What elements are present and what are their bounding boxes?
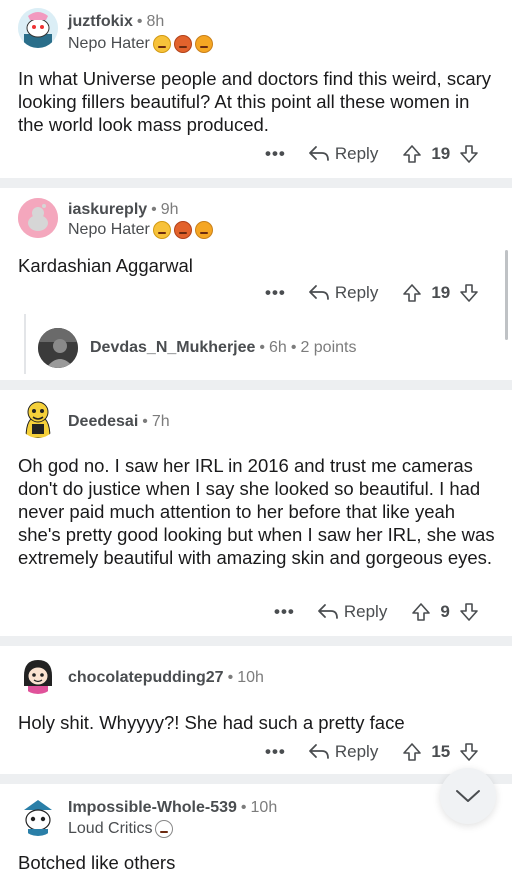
megaphone-icon	[155, 820, 174, 838]
reply-label: Reply	[334, 144, 379, 163]
thread-line[interactable]	[24, 314, 26, 374]
swearing-face-icon	[173, 35, 192, 53]
more-options-icon[interactable]: •••	[265, 742, 286, 762]
angry-face-icon	[152, 221, 171, 239]
pouting-face-icon	[194, 221, 213, 239]
downvote-icon[interactable]	[459, 144, 479, 164]
user-avatar[interactable]	[18, 198, 58, 238]
comment-divider	[0, 636, 512, 646]
user-flair: Nepo Hater	[68, 221, 213, 239]
comment-divider	[0, 178, 512, 188]
upvote-icon[interactable]	[402, 144, 422, 164]
upvote-icon[interactable]	[411, 602, 431, 622]
comment-actions: ••• Reply 9	[274, 599, 479, 625]
scrollbar[interactable]	[505, 250, 508, 340]
user-avatar[interactable]	[38, 328, 78, 368]
comment-meta: chocolatepudding27 • 10h	[68, 669, 264, 686]
vote-count: 19	[431, 283, 451, 302]
vote-count: 19	[431, 144, 451, 163]
downvote-icon[interactable]	[459, 283, 479, 303]
user-avatar[interactable]	[18, 654, 58, 694]
scroll-down-button[interactable]	[440, 768, 496, 824]
points: 2 points	[300, 339, 357, 356]
vote-controls: 19	[402, 144, 479, 164]
user-avatar[interactable]	[18, 8, 58, 48]
snoo-avatar-icon	[18, 198, 58, 238]
comment-meta: iaskureply • 9h	[68, 201, 179, 218]
vote-controls: 15	[402, 742, 479, 762]
reply-arrow-icon	[308, 146, 329, 161]
user-flair: Nepo Hater	[68, 35, 213, 53]
downvote-icon[interactable]	[459, 602, 479, 622]
reply-label: Reply	[334, 283, 379, 302]
username[interactable]: iaskureply	[68, 201, 147, 218]
comment: chocolatepudding27 • 10h Holy shit. Whyyyy…	[0, 646, 512, 774]
timestamp: 9h	[160, 201, 179, 218]
snoo-avatar-icon	[18, 796, 58, 836]
comment-divider	[0, 774, 512, 784]
timestamp: 7h	[151, 413, 170, 430]
vote-controls: 19	[402, 283, 479, 303]
username[interactable]: Impossible-Whole-539	[68, 799, 237, 816]
flair-text: Loud Critics	[68, 820, 153, 837]
comment-actions: ••• Reply 19	[265, 141, 479, 167]
comment-body: Oh god no. I saw her IRL in 2016 and tru…	[18, 455, 495, 568]
comment: iaskureply • 9h Nepo Hater Kardashian Agga…	[0, 188, 512, 380]
comment-meta: Impossible-Whole-539 • 10h	[68, 799, 278, 816]
reply-button[interactable]: Reply	[308, 283, 378, 303]
username[interactable]: Devdas_N_Mukherjee	[90, 339, 255, 357]
swearing-face-icon	[173, 221, 192, 239]
pouting-face-icon	[194, 35, 213, 53]
reply-button[interactable]: Reply	[308, 144, 378, 164]
angry-face-icon	[152, 35, 171, 53]
timestamp: 8h	[146, 13, 165, 30]
reply-arrow-icon	[308, 285, 329, 300]
comment-body: Holy shit. Whyyyy?! She had such a prett…	[18, 712, 405, 733]
vote-count: 9	[440, 602, 450, 621]
profile-photo-icon	[38, 328, 78, 368]
comment-body: Botched like others	[18, 852, 176, 873]
comment-body: In what Universe people and doctors find…	[18, 68, 492, 135]
reply-arrow-icon	[317, 604, 338, 619]
more-options-icon[interactable]: •••	[265, 283, 286, 303]
flair-text: Nepo Hater	[68, 221, 150, 238]
snoo-avatar-icon	[18, 8, 58, 48]
upvote-icon[interactable]	[402, 742, 422, 762]
user-avatar[interactable]	[18, 796, 58, 836]
comment-actions: ••• Reply 15	[265, 739, 479, 765]
username[interactable]: juztfokix	[68, 13, 133, 30]
reply-label: Reply	[343, 602, 388, 621]
timestamp: 10h	[250, 799, 278, 816]
reply-arrow-icon	[308, 744, 329, 759]
comment-meta: juztfokix • 8h	[68, 13, 165, 30]
user-flair: Loud Critics	[68, 820, 174, 838]
comment-divider	[0, 380, 512, 390]
comment-meta: Deedesai • 7h	[68, 413, 170, 430]
more-options-icon[interactable]: •••	[274, 602, 295, 622]
more-options-icon[interactable]: •••	[265, 144, 286, 164]
comment: Deedesai • 7h Oh god no. I saw her IRL in …	[0, 390, 512, 636]
comment-actions: ••• Reply 19	[265, 280, 479, 306]
reply-button[interactable]: Reply	[308, 742, 378, 762]
reply-button[interactable]: Reply	[317, 602, 387, 622]
reply-label: Reply	[334, 742, 379, 761]
snoo-avatar-icon	[18, 398, 58, 438]
comment: juztfokix • 8h Nepo Hater In what Universe…	[0, 0, 512, 178]
vote-controls: 9	[411, 602, 478, 622]
comment-body: Kardashian Aggarwal	[18, 255, 193, 276]
upvote-icon[interactable]	[402, 283, 422, 303]
vote-count: 15	[431, 742, 451, 761]
username[interactable]: Deedesai	[68, 413, 138, 430]
timestamp: 6h	[269, 339, 287, 356]
user-avatar[interactable]	[18, 398, 58, 438]
flair-text: Nepo Hater	[68, 35, 150, 52]
chevron-down-icon	[456, 790, 480, 802]
snoo-avatar-icon	[18, 654, 58, 694]
comment: Impossible-Whole-539 • 10h Loud Critics Bo…	[0, 784, 512, 878]
downvote-icon[interactable]	[459, 742, 479, 762]
collapsed-reply[interactable]: Devdas_N_Mukherjee • 6h • 2 points	[38, 326, 498, 370]
username[interactable]: chocolatepudding27	[68, 669, 224, 686]
timestamp: 10h	[237, 669, 264, 686]
